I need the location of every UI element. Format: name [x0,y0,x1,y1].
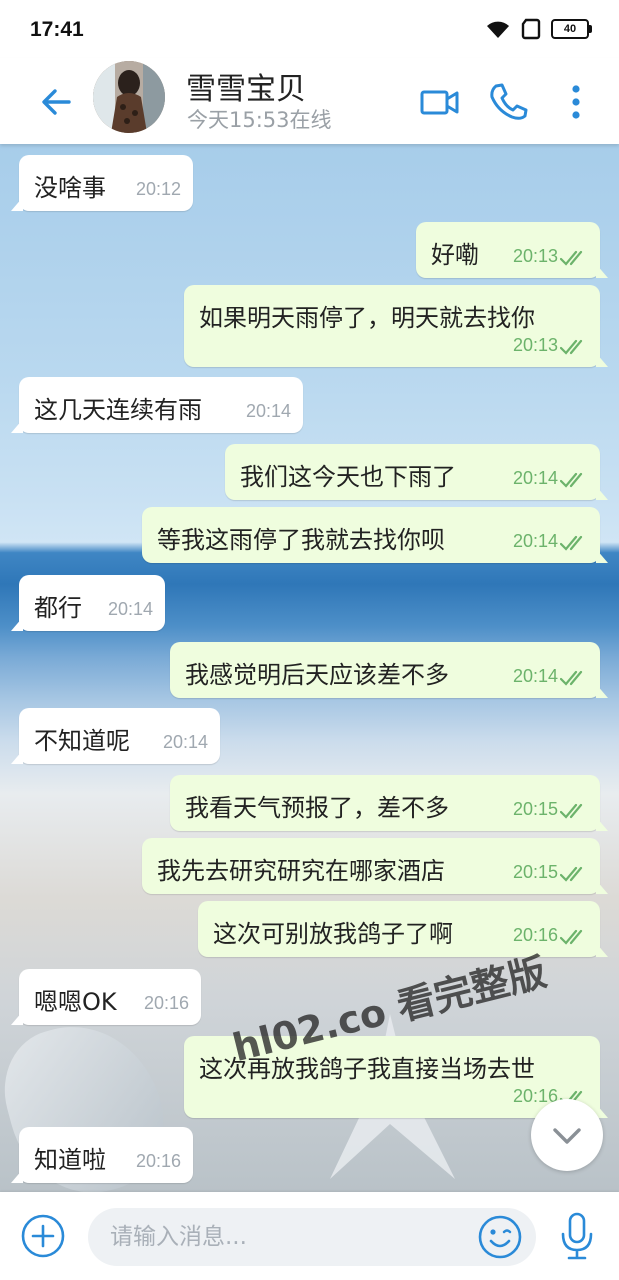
status-bar: 17:41 40 [0,0,619,58]
message-time: 20:13 [512,246,558,266]
read-check-icon [560,250,583,266]
read-check-icon [560,803,583,819]
message-time: 20:16 [143,993,189,1013]
avatar-image [93,61,165,133]
emoji-icon[interactable] [476,1213,524,1261]
message-time: 20:15 [512,799,558,819]
video-call-icon[interactable] [418,80,462,124]
wifi-icon [487,21,509,38]
phone-icon[interactable] [486,80,530,124]
message-text: 如果明天雨停了，明天就去找你 [199,304,535,332]
chat-header: 雪雪宝贝 今天15:53在线 [0,58,619,144]
more-vert-icon[interactable] [554,80,598,124]
message-text: 这次可别放我鸽子了啊 [213,920,453,948]
message-time: 20:12 [135,179,181,199]
message-text: 嗯嗯OK [34,988,117,1016]
scroll-down-button[interactable] [531,1099,603,1171]
read-check-icon [560,472,583,488]
read-check-icon [560,339,583,355]
read-check-icon [560,670,583,686]
message-time: 20:16 [135,1151,181,1171]
message-bubble-incoming[interactable]: 知道啦 20:16 [11,1127,193,1183]
message-bubble-incoming[interactable]: 这几天连续有雨 20:14 [11,377,303,433]
chat-area[interactable]: 没啥事 20:12 好嘞 20:13 如果明天雨停了，明天就去找你 20:13 … [0,144,619,1192]
back-arrow-icon[interactable] [36,82,76,122]
status-icons: 40 [485,18,592,40]
message-text: 这几天连续有雨 [34,396,202,424]
contact-name: 雪雪宝贝 [186,72,306,107]
message-bubble-outgoing[interactable]: 我看天气预报了，差不多 20:15 [170,775,608,831]
message-bubble-outgoing[interactable]: 我感觉明后天应该差不多 20:14 [170,642,608,698]
message-text: 好嘞 [431,241,479,269]
message-bubble-outgoing[interactable]: 我先去研究研究在哪家酒店 20:15 [142,838,608,894]
message-text: 我看天气预报了，差不多 [185,794,449,822]
contact-status: 今天15:53在线 [187,108,332,132]
status-time: 17:41 [30,18,84,41]
message-bubble-incoming[interactable]: 嗯嗯OK 20:16 [11,969,201,1025]
avatar[interactable] [93,61,165,133]
message-time: 20:14 [162,732,208,752]
message-bubble-outgoing[interactable]: 好嘞 20:13 [416,222,608,278]
message-bubble-outgoing[interactable]: 等我这雨停了我就去找你呗 20:14 [142,507,608,563]
message-time: 20:14 [107,599,153,619]
read-check-icon [560,866,583,882]
message-text: 等我这雨停了我就去找你呗 [157,526,445,554]
message-bubble-incoming[interactable]: 都行 20:14 [11,575,165,631]
message-bubble-outgoing[interactable]: 我们这今天也下雨了 20:14 [225,444,608,500]
message-text: 我先去研究研究在哪家酒店 [157,857,445,885]
message-input[interactable] [88,1208,536,1266]
read-check-icon [560,535,583,551]
message-bubble-incoming[interactable]: 没啥事 20:12 [11,155,193,211]
message-composer [0,1192,619,1280]
message-time: 20:14 [512,531,558,551]
message-bubble-outgoing[interactable]: 如果明天雨停了，明天就去找你 20:13 [184,285,608,367]
microphone-icon[interactable] [555,1210,599,1262]
message-text: 没啥事 [34,174,106,202]
message-bubble-incoming[interactable]: 不知道呢 20:14 [11,708,220,764]
read-check-icon [560,929,583,945]
message-text: 知道啦 [34,1146,106,1174]
message-time: 20:14 [512,666,558,686]
message-time: 20:13 [512,335,558,355]
message-text: 不知道呢 [34,727,130,755]
message-text: 都行 [34,594,82,622]
message-time: 20:14 [245,401,291,421]
message-text: 我们这今天也下雨了 [240,463,456,491]
message-time: 20:14 [512,468,558,488]
add-attachment-icon[interactable] [20,1213,66,1259]
message-text: 我感觉明后天应该差不多 [185,661,449,689]
chevron-down-icon [553,1128,581,1144]
battery-icon: 40 [551,19,592,39]
message-time: 20:15 [512,862,558,882]
sim-icon [521,18,541,40]
